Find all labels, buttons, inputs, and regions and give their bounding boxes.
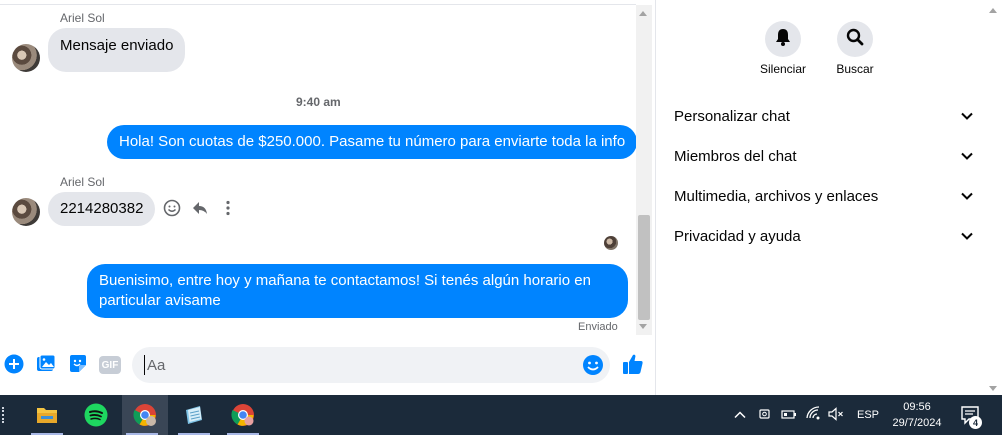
- spotify-icon[interactable]: [76, 395, 116, 435]
- message-bubble-incoming[interactable]: 2214280382: [48, 192, 156, 226]
- sticker-icon[interactable]: [68, 354, 90, 376]
- seen-avatar: [604, 236, 618, 250]
- like-icon[interactable]: [622, 353, 644, 375]
- chrome-profile-icon[interactable]: [122, 395, 168, 435]
- menu-item-privacy-support[interactable]: Privacidad y ayuda: [674, 221, 974, 251]
- chat-area: Ariel Sol Mensaje enviado 9:40 am Hola! …: [0, 0, 655, 395]
- sender-name: Ariel Sol: [60, 175, 105, 189]
- scroll-up-arrow[interactable]: [989, 8, 997, 13]
- message-bubble-incoming[interactable]: Mensaje enviado: [48, 28, 186, 72]
- battery-icon[interactable]: [781, 407, 797, 426]
- scroll-thumb[interactable]: [638, 215, 650, 320]
- chevron-down-icon: [961, 192, 973, 200]
- conversation-info-panel: Silenciar Buscar Personalizar chat Miemb…: [655, 0, 1002, 395]
- chevron-down-icon: [961, 112, 973, 120]
- message-bubble-outgoing[interactable]: Buenisimo, entre hoy y mañana te contact…: [87, 264, 628, 318]
- scroll-up-arrow[interactable]: [639, 11, 647, 16]
- menu-item-media-files-links[interactable]: Multimedia, archivos y enlaces: [674, 181, 974, 211]
- emoji-icon[interactable]: [582, 354, 604, 381]
- avatar[interactable]: [12, 198, 40, 226]
- react-emoji-icon[interactable]: [163, 199, 181, 217]
- mute-label: Silenciar: [759, 62, 807, 76]
- menu-item-label: Miembros del chat: [674, 147, 797, 165]
- language-indicator[interactable]: ESP: [857, 395, 879, 435]
- message-status: Enviado: [578, 321, 618, 333]
- panel-scrollbar[interactable]: [985, 0, 1002, 395]
- message-bubble-outgoing[interactable]: Hola! Son cuotas de $250.000. Pasame tu …: [107, 125, 638, 159]
- chrome-icon[interactable]: [223, 395, 263, 435]
- search-button[interactable]: [837, 21, 873, 57]
- mute-button[interactable]: [765, 21, 801, 57]
- more-options-icon[interactable]: [219, 199, 237, 217]
- message-composer: GIF: [0, 342, 655, 390]
- scroll-down-arrow[interactable]: [989, 386, 997, 391]
- gif-icon[interactable]: GIF: [99, 356, 121, 374]
- menu-item-label: Privacidad y ayuda: [674, 227, 801, 245]
- notepad-icon[interactable]: [174, 395, 214, 435]
- chat-header-divider: [0, 0, 636, 5]
- wifi-icon[interactable]: [806, 406, 822, 425]
- reply-icon[interactable]: [191, 199, 209, 217]
- clock-time: 09:56: [903, 401, 931, 413]
- taskbar-grip: [2, 407, 4, 423]
- bell-icon: [774, 28, 792, 51]
- chevron-up-icon[interactable]: [734, 408, 746, 426]
- notification-count-badge: 4: [969, 416, 982, 429]
- windows-taskbar: ESP 09:56 29/7/2024 4: [0, 395, 1002, 435]
- chat-scrollbar[interactable]: [636, 5, 652, 335]
- scroll-down-arrow[interactable]: [639, 324, 647, 329]
- message-input[interactable]: [144, 355, 574, 375]
- meet-now-icon[interactable]: [758, 407, 772, 426]
- menu-item-chat-members[interactable]: Miembros del chat: [674, 141, 974, 171]
- search-label: Buscar: [836, 62, 874, 76]
- message-actions: [163, 199, 237, 217]
- plus-icon[interactable]: [4, 354, 26, 376]
- file-explorer-icon[interactable]: [27, 395, 67, 435]
- avatar[interactable]: [12, 44, 40, 72]
- clock-date: 29/7/2024: [892, 417, 942, 429]
- message-input-box[interactable]: [132, 347, 610, 383]
- menu-item-customize-chat[interactable]: Personalizar chat: [674, 101, 974, 131]
- message-timestamp: 9:40 am: [296, 95, 341, 109]
- sender-name: Ariel Sol: [60, 11, 105, 25]
- taskbar-clock[interactable]: 09:56 29/7/2024: [882, 399, 952, 431]
- search-icon: [846, 28, 864, 51]
- chevron-down-icon: [961, 232, 973, 240]
- volume-muted-icon[interactable]: [828, 407, 844, 426]
- image-icon[interactable]: [36, 354, 58, 376]
- menu-item-label: Personalizar chat: [674, 107, 790, 125]
- chevron-down-icon: [961, 152, 973, 160]
- messenger-window: Ariel Sol Mensaje enviado 9:40 am Hola! …: [0, 0, 1002, 395]
- menu-item-label: Multimedia, archivos y enlaces: [674, 187, 879, 205]
